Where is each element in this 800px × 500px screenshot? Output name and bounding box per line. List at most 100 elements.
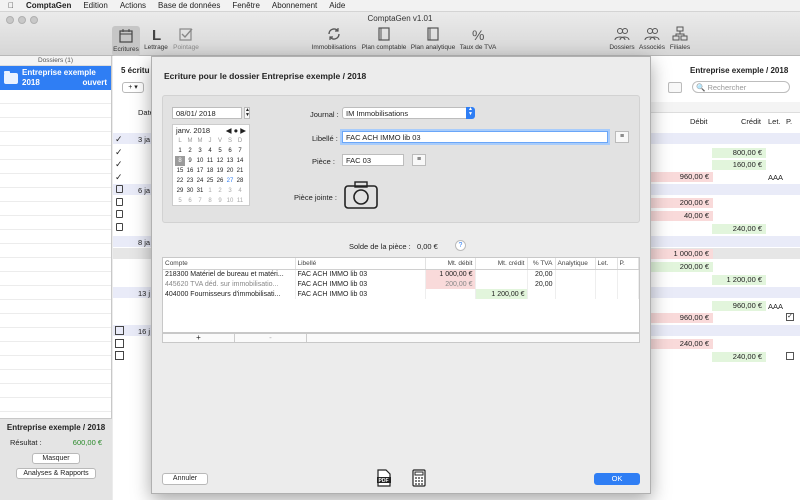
- menu-actions[interactable]: Actions: [120, 1, 146, 10]
- date-field[interactable]: 08/01/ 2018: [172, 107, 242, 119]
- menu-window[interactable]: Fenêtre: [232, 1, 260, 10]
- toolbar-ecritures[interactable]: Ecritures: [112, 26, 140, 56]
- libelle-input[interactable]: FAC ACH IMMO lib 03: [342, 131, 608, 143]
- add-entry-button[interactable]: + ▾: [122, 82, 144, 93]
- calendar-day[interactable]: 17: [195, 166, 205, 176]
- col-p[interactable]: P.: [617, 258, 639, 270]
- camera-icon[interactable]: [344, 181, 378, 209]
- calendar-day[interactable]: 12: [215, 156, 225, 166]
- calendar-day[interactable]: 28: [235, 176, 245, 186]
- table-row[interactable]: 445620 TVA déd. sur immobilisatio... FAC…: [163, 279, 639, 289]
- calendar-day[interactable]: 4: [205, 146, 215, 156]
- date-stepper[interactable]: ▲ ▼: [244, 107, 250, 119]
- toolbar-immobilisations[interactable]: Immobilisations: [310, 26, 358, 51]
- chevron-updown-icon[interactable]: ▲ ▼: [466, 107, 475, 119]
- attachment-label: Pièce jointe :: [294, 193, 337, 202]
- calendar-day[interactable]: 2: [185, 146, 195, 156]
- calendar-day[interactable]: 26: [215, 176, 225, 186]
- pointage-checkbox[interactable]: ✓: [786, 313, 794, 321]
- calendar-day[interactable]: 10: [195, 156, 205, 166]
- calendar-day[interactable]: 2: [215, 186, 225, 196]
- calendar-day[interactable]: 4: [235, 186, 245, 196]
- col-compte[interactable]: Compte: [163, 258, 296, 270]
- pdf-icon[interactable]: PDF: [376, 469, 392, 487]
- calendar-day[interactable]: 14: [235, 156, 245, 166]
- hide-button[interactable]: Masquer: [32, 453, 80, 464]
- percent-icon: %: [472, 27, 484, 42]
- list-icon[interactable]: ≡: [615, 131, 629, 143]
- calendar-day[interactable]: 3: [195, 146, 205, 156]
- menu-subscription[interactable]: Abonnement: [272, 1, 317, 10]
- menu-edition[interactable]: Edition: [83, 1, 107, 10]
- calendar-day[interactable]: 6: [185, 196, 195, 206]
- calendar-day[interactable]: 13: [225, 156, 235, 166]
- import-icon: [115, 326, 124, 335]
- toolbar-lettrage[interactable]: L Lettrage: [142, 26, 170, 51]
- col-let[interactable]: Let.: [595, 258, 618, 270]
- journal-select[interactable]: IM Immobilisations: [342, 107, 474, 119]
- calendar-day[interactable]: 18: [205, 166, 215, 176]
- col-debit[interactable]: Mt. débit: [425, 258, 476, 270]
- calendar-day[interactable]: 15: [175, 166, 185, 176]
- search-input[interactable]: 🔍 Rechercher: [692, 81, 790, 93]
- calendar-day[interactable]: 9: [185, 156, 195, 166]
- people-icon: [644, 28, 660, 41]
- table-row[interactable]: 404000 Fournisseurs d'immobilisati... FA…: [163, 289, 639, 299]
- calendar-day[interactable]: 24: [195, 176, 205, 186]
- toolbar-taux-tva[interactable]: % Taux de TVA: [458, 26, 498, 51]
- calendar-day[interactable]: 7: [235, 146, 245, 156]
- calendar-day[interactable]: 1: [205, 186, 215, 196]
- calendar-day[interactable]: 19: [215, 166, 225, 176]
- ok-button[interactable]: OK: [594, 473, 640, 485]
- menu-base[interactable]: Base de données: [158, 1, 220, 10]
- dossier-item[interactable]: Entreprise exemple 2018 ouvert: [0, 66, 111, 90]
- reports-button[interactable]: Analyses & Rapports: [16, 468, 96, 479]
- add-line-button[interactable]: +: [163, 334, 235, 342]
- calendar-day-selected[interactable]: 8: [175, 156, 185, 166]
- calendar-day[interactable]: 7: [195, 196, 205, 206]
- calendar-day[interactable]: 1: [175, 146, 185, 156]
- calendar-day[interactable]: 31: [195, 186, 205, 196]
- calculator-icon[interactable]: [412, 469, 426, 487]
- list-icon[interactable]: ≡: [412, 154, 426, 166]
- toolbar-plan-comptable[interactable]: Plan comptable: [360, 26, 408, 51]
- calendar-day[interactable]: 23: [185, 176, 195, 186]
- col-tva[interactable]: % TVA: [527, 258, 556, 270]
- calendar-day[interactable]: 3: [225, 186, 235, 196]
- toolbar-dossiers[interactable]: Dossiers: [608, 26, 636, 51]
- pointage-checkbox[interactable]: [786, 352, 794, 360]
- toolbar-pointage[interactable]: Pointage: [171, 26, 201, 51]
- col-libelle[interactable]: Libellé: [295, 258, 426, 270]
- calendar-day[interactable]: 5: [175, 196, 185, 206]
- calendar-nav[interactable]: ◀ ● ▶: [226, 126, 246, 135]
- calendar-day[interactable]: 20: [225, 166, 235, 176]
- calendar-day[interactable]: 22: [175, 176, 185, 186]
- cancel-button[interactable]: Annuler: [162, 473, 208, 485]
- help-icon[interactable]: ?: [455, 240, 466, 251]
- calendar-day[interactable]: 21: [235, 166, 245, 176]
- piece-input[interactable]: FAC 03: [342, 154, 404, 166]
- table-row[interactable]: 218300 Matériel de bureau et matéri... F…: [163, 269, 639, 279]
- menu-help[interactable]: Aide: [329, 1, 345, 10]
- calendar-day-today[interactable]: 27: [225, 176, 235, 186]
- calendar-day[interactable]: 5: [215, 146, 225, 156]
- toolbar-associes[interactable]: Associés: [638, 26, 666, 51]
- calendar-day[interactable]: 10: [225, 196, 235, 206]
- calendar-day[interactable]: 11: [235, 196, 245, 206]
- toolbar-plan-analytique[interactable]: Plan analytique: [410, 26, 456, 51]
- calendar-day[interactable]: 11: [205, 156, 215, 166]
- calendar-day[interactable]: 30: [185, 186, 195, 196]
- calendar-day[interactable]: 29: [175, 186, 185, 196]
- calendar-day[interactable]: 9: [215, 196, 225, 206]
- toolbar-filiales[interactable]: Filiales: [668, 26, 692, 51]
- col-credit[interactable]: Mt. crédit: [475, 258, 528, 270]
- calendar-day[interactable]: 16: [185, 166, 195, 176]
- calendar-day[interactable]: 8: [205, 196, 215, 206]
- col-analytique[interactable]: Analytique: [555, 258, 596, 270]
- menu-app[interactable]: ComptaGen: [26, 1, 71, 10]
- calendar-day[interactable]: 6: [225, 146, 235, 156]
- calendar-day[interactable]: 25: [205, 176, 215, 186]
- apple-icon[interactable]: : [8, 1, 14, 10]
- calendar-filter-button[interactable]: [668, 82, 682, 93]
- remove-line-button[interactable]: -: [235, 334, 307, 342]
